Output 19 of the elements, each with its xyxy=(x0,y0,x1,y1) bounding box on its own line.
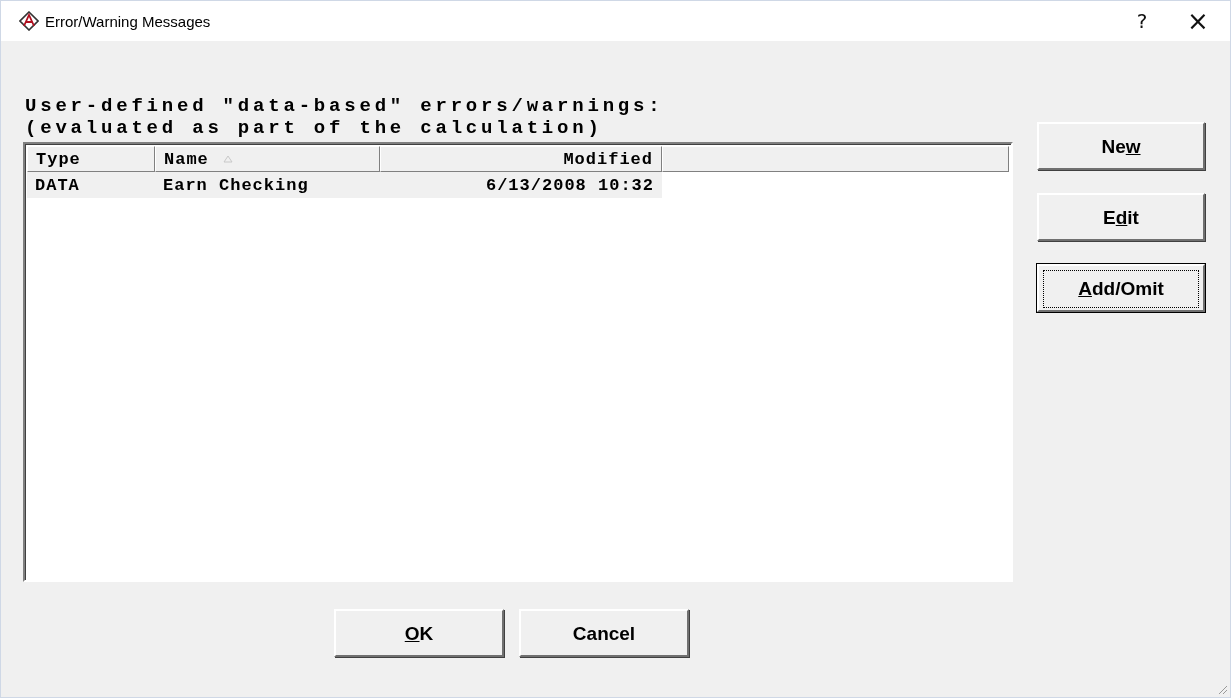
action-button[interactable]: Add/Omit xyxy=(1037,264,1205,312)
action-button[interactable]: New xyxy=(1037,122,1205,170)
table-cell-text: 6/13/2008 10:32 xyxy=(484,175,655,195)
description-text: User-defined "data-based" errors/warnings: xyxy=(25,95,665,117)
column-header[interactable]: Modified xyxy=(380,146,662,172)
app-logo-icon xyxy=(19,11,39,31)
column-header[interactable]: Type xyxy=(27,146,155,172)
resize-grip-icon xyxy=(1216,683,1228,695)
column-header[interactable]: Name xyxy=(155,146,380,172)
cancel-button[interactable]: Cancel xyxy=(519,609,689,657)
action-button[interactable]: Edit xyxy=(1037,193,1205,241)
table-cell-text: DATA xyxy=(34,175,81,195)
table-row[interactable]: DATA Earn Checking 6/13/2008 10:32 xyxy=(27,172,662,198)
close-button[interactable]: × xyxy=(1170,1,1226,41)
window-title: Error/Warning Messages xyxy=(45,12,211,30)
table-cell-text: Earn Checking xyxy=(162,175,310,195)
help-button[interactable]: ? xyxy=(1114,1,1170,41)
description-text: (evaluated as part of the calculation) xyxy=(25,117,604,139)
ok-button[interactable]: OK xyxy=(334,609,504,657)
